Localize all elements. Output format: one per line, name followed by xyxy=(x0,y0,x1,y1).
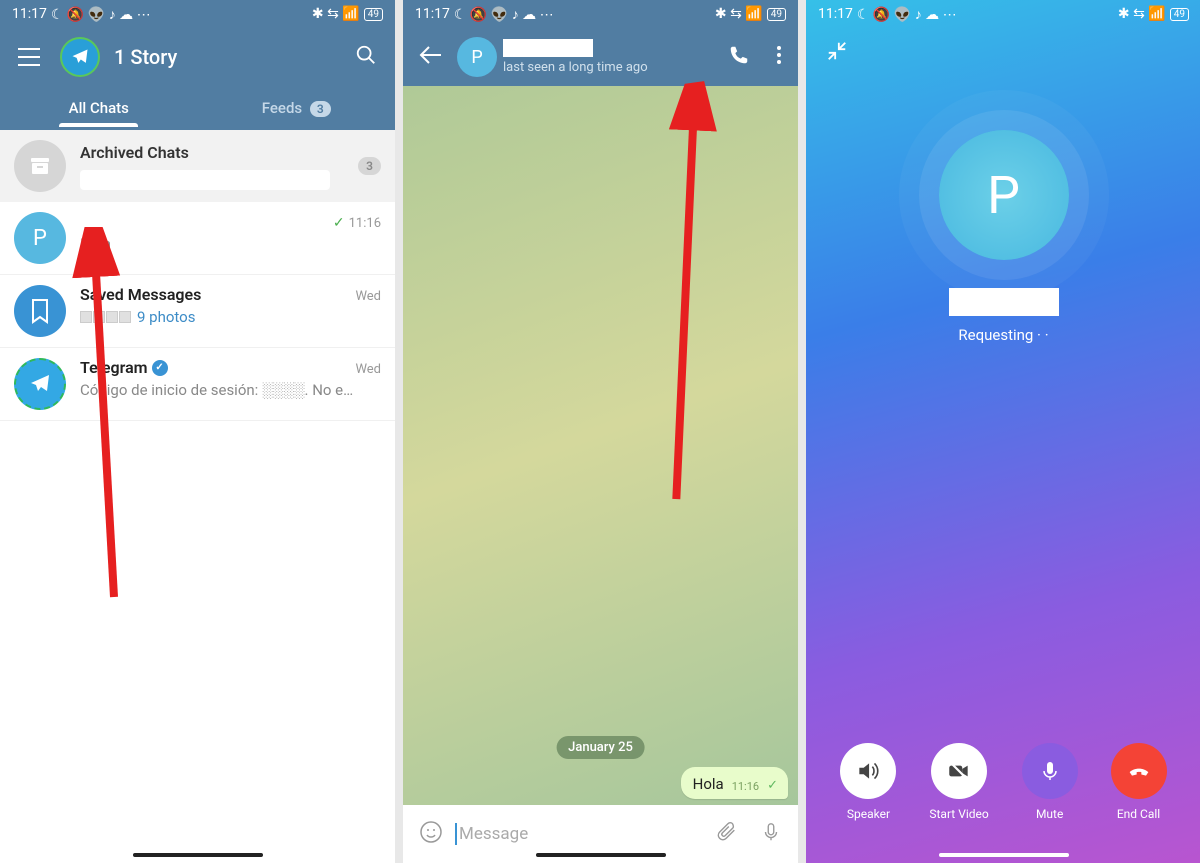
status-bar: 11:17☾ 🔕 👽 ♪ ☁ ⋯ ✱ ⇆ 📶49 xyxy=(806,0,1200,28)
check-icon: ✓ xyxy=(333,215,345,231)
call-avatar: P xyxy=(939,130,1069,260)
chat-preview: Hola xyxy=(80,235,381,253)
date-separator: January 25 xyxy=(556,736,645,759)
chat-list-screen: 11:17 ☾ 🔕 👽 ♪ ☁ ⋯ ✱ ⇆ 📶 49 1 Story All C… xyxy=(0,0,395,863)
app-header: 1 Story xyxy=(0,28,395,86)
call-screen: 11:17☾ 🔕 👽 ♪ ☁ ⋯ ✱ ⇆ 📶49 P Requesting · … xyxy=(806,0,1200,863)
status-bar: 11:17 ☾ 🔕 👽 ♪ ☁ ⋯ ✱ ⇆ 📶 49 xyxy=(0,0,395,28)
tab-feeds[interactable]: Feeds 3 xyxy=(198,89,396,127)
back-button[interactable] xyxy=(409,35,451,79)
message-time: 11:16 xyxy=(732,780,759,793)
status-icons: ☾ 🔕 👽 ♪ ☁ ⋯ xyxy=(51,6,151,23)
call-status: Requesting · · xyxy=(958,326,1048,344)
more-icon xyxy=(776,45,782,65)
contact-info[interactable]: last seen a long time ago xyxy=(503,39,712,75)
contact-avatar[interactable]: P xyxy=(457,37,497,77)
bookmark-icon xyxy=(28,298,52,324)
video-off-icon xyxy=(946,758,972,784)
story-ring[interactable] xyxy=(60,37,100,77)
archive-icon xyxy=(14,140,66,192)
text-cursor xyxy=(455,823,457,845)
message-input[interactable] xyxy=(459,824,700,844)
search-icon xyxy=(355,44,377,66)
chat-preview: Código de inicio de sesión: ░░░░. No e… xyxy=(80,381,381,399)
chat-name xyxy=(80,212,84,231)
verified-icon: ✓ xyxy=(152,360,168,376)
messages-area[interactable]: January 25 Hola 11:16 ✓ xyxy=(403,86,798,805)
paperclip-icon xyxy=(716,821,738,843)
header-title: 1 Story xyxy=(114,45,345,69)
back-icon xyxy=(419,45,441,65)
speaker-icon xyxy=(855,758,881,784)
nav-bar[interactable] xyxy=(939,853,1069,857)
search-button[interactable] xyxy=(345,34,387,80)
clock: 11:17 xyxy=(12,6,47,22)
attach-button[interactable] xyxy=(710,815,744,853)
avatar xyxy=(14,358,66,410)
feeds-badge: 3 xyxy=(310,101,331,117)
last-seen: last seen a long time ago xyxy=(503,60,712,75)
telegram-icon xyxy=(70,47,90,67)
message-bubble-sent[interactable]: Hola 11:16 ✓ xyxy=(681,767,788,799)
archived-chats[interactable]: Archived Chats 3 xyxy=(0,130,395,202)
archived-badge: 3 xyxy=(358,157,381,175)
chat-item-p[interactable]: P ✓11:16 Hola xyxy=(0,202,395,275)
chat-item-telegram[interactable]: Telegram ✓ Wed Código de inicio de sesió… xyxy=(0,348,395,421)
chat-time: Wed xyxy=(355,289,381,304)
chat-name: Telegram ✓ xyxy=(80,358,168,377)
tab-all-chats[interactable]: All Chats xyxy=(0,89,198,127)
chat-name: Saved Messages xyxy=(80,285,201,304)
mute-button[interactable]: Mute xyxy=(1022,743,1078,821)
call-controls: Speaker Start Video Mute End Call xyxy=(806,743,1200,821)
archived-title: Archived Chats xyxy=(80,143,344,162)
mic-icon xyxy=(760,821,782,843)
battery: 49 xyxy=(364,8,383,21)
avatar xyxy=(14,285,66,337)
contact-name-redacted xyxy=(503,39,593,57)
chat-time: Wed xyxy=(355,362,381,377)
emoji-button[interactable] xyxy=(413,814,449,854)
more-button[interactable] xyxy=(766,35,792,79)
call-button[interactable] xyxy=(718,34,760,80)
mic-button[interactable] xyxy=(754,815,788,853)
end-call-button[interactable]: End Call xyxy=(1111,743,1167,821)
nav-bar[interactable] xyxy=(536,853,666,857)
chat-screen: 11:17☾ 🔕 👽 ♪ ☁ ⋯ ✱ ⇆ 📶49 P last seen a l… xyxy=(403,0,798,863)
message-text: Hola xyxy=(693,775,724,793)
archived-preview xyxy=(80,170,330,190)
chat-preview: 9 photos xyxy=(80,308,381,326)
chat-time: ✓11:16 xyxy=(333,215,381,231)
avatar: P xyxy=(14,212,66,264)
video-button[interactable]: Start Video xyxy=(929,743,988,821)
chat-item-saved[interactable]: Saved Messages Wed 9 photos xyxy=(0,275,395,348)
speaker-button[interactable]: Speaker xyxy=(840,743,896,821)
smile-icon xyxy=(419,820,443,844)
photo-thumbs xyxy=(80,311,131,323)
hangup-icon xyxy=(1125,757,1153,785)
signal-icons: ✱ ⇆ 📶 xyxy=(312,6,360,22)
hamburger-icon xyxy=(18,48,40,66)
minimize-button[interactable] xyxy=(826,40,848,66)
telegram-icon xyxy=(28,372,52,396)
phone-icon xyxy=(728,44,750,66)
call-name-redacted xyxy=(949,288,1059,316)
menu-button[interactable] xyxy=(8,38,50,76)
minimize-icon xyxy=(826,40,848,62)
check-icon: ✓ xyxy=(767,778,778,793)
mic-icon xyxy=(1038,759,1062,783)
nav-bar[interactable] xyxy=(133,853,263,857)
tabs: All Chats Feeds 3 xyxy=(0,86,395,130)
status-bar: 11:17☾ 🔕 👽 ♪ ☁ ⋯ ✱ ⇆ 📶49 xyxy=(403,0,798,28)
chat-header: P last seen a long time ago xyxy=(403,28,798,86)
